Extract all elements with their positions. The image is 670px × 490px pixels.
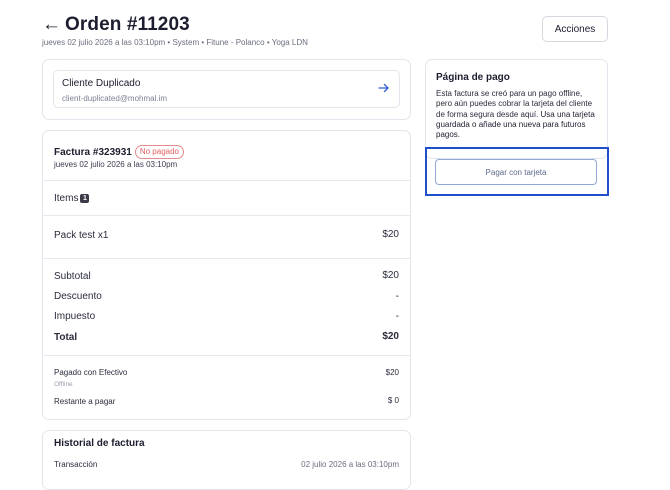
divider (43, 258, 410, 259)
invoice-card: Factura #323931 No pagado jueves 02 juli… (42, 130, 411, 420)
arrow-right-icon (378, 83, 389, 93)
page-title: Orden #11203 (65, 14, 190, 35)
payment-page-card: Página de pago Esta factura se creó para… (425, 59, 608, 159)
items-header: Items 1 (54, 193, 90, 204)
paid-method-label: Pagado con Efectivo (54, 368, 128, 377)
tax-value: - (395, 311, 399, 322)
client-email: client-duplicated@mohmal.im (62, 94, 168, 103)
history-title: Historial de factura (54, 438, 145, 449)
remaining-amount: $ 0 (387, 396, 399, 405)
subtotal-value: $20 (382, 270, 399, 281)
items-label: Items (54, 193, 79, 204)
invoice-title: Factura #323931 (54, 146, 132, 158)
divider (43, 215, 410, 216)
payment-page-title: Página de pago (436, 72, 510, 83)
discount-value: - (395, 291, 399, 302)
page-header: ← Orden #11203 (42, 14, 190, 36)
history-row-label: Transacción (54, 460, 98, 469)
item-name: Pack test x1 (54, 230, 109, 241)
order-meta: jueves 02 julio 2026 a las 03:10pm • Sys… (42, 38, 308, 47)
total-value: $20 (382, 331, 399, 342)
discount-label: Descuento (54, 291, 102, 302)
history-row-date: 02 julio 2026 a las 03:10pm (301, 460, 399, 469)
items-count-badge: 1 (80, 194, 90, 203)
client-name: Cliente Duplicado (62, 78, 141, 89)
paid-method-sub: Offline (54, 381, 73, 388)
remaining-label: Restante a pagar (54, 397, 116, 406)
tax-label: Impuesto (54, 311, 96, 322)
pay-with-card-button[interactable]: Pagar con tarjeta (435, 159, 597, 185)
divider (43, 180, 410, 181)
invoice-title-row: Factura #323931 No pagado (54, 145, 184, 159)
invoice-history-card: Historial de factura Transacción 02 juli… (42, 430, 411, 490)
paid-amount: $20 (385, 368, 399, 377)
actions-button[interactable]: Acciones (542, 16, 608, 42)
invoice-date: jueves 02 julio 2026 a las 03:10pm (54, 160, 178, 169)
total-label: Total (54, 332, 78, 343)
client-card: Cliente Duplicado client-duplicated@mohm… (42, 59, 411, 120)
subtotal-label: Subtotal (54, 271, 91, 282)
payment-page-description: Esta factura se creó para un pago offlin… (436, 89, 596, 140)
back-arrow-icon[interactable]: ← (42, 14, 61, 36)
status-badge: No pagado (134, 145, 184, 159)
item-price: $20 (382, 229, 399, 240)
divider (43, 355, 410, 356)
client-link[interactable]: Cliente Duplicado client-duplicated@mohm… (53, 70, 400, 108)
